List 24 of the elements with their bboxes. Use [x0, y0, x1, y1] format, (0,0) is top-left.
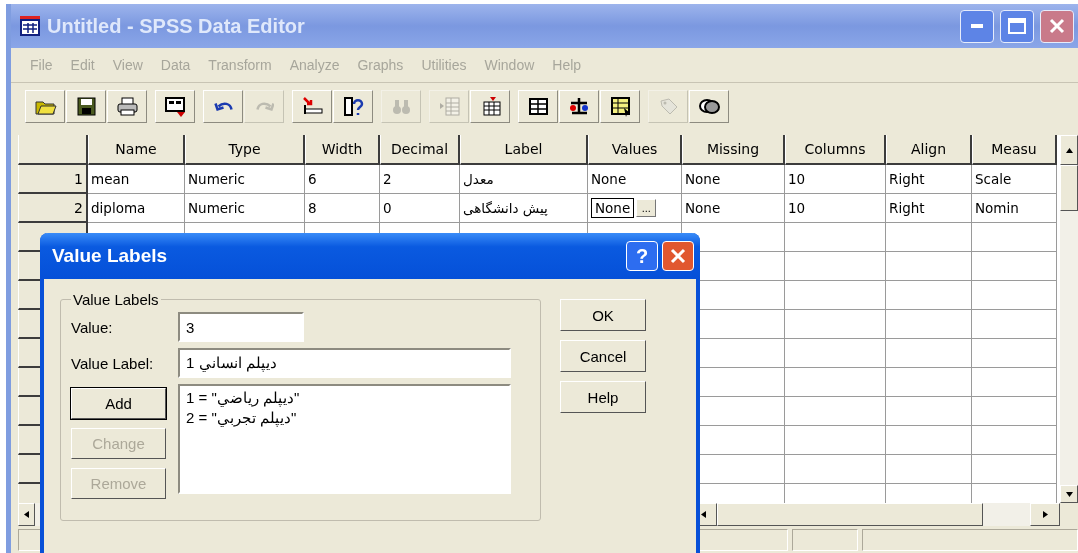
table-cell: Scale [972, 165, 1057, 194]
table-cell: معدل [460, 165, 588, 194]
table-cell: 8 [305, 194, 380, 223]
table-cell: None [588, 165, 682, 194]
dialog-title: Value Labels [52, 245, 169, 267]
field-label: Value: [71, 318, 114, 336]
table-cell: Nomin [972, 194, 1057, 223]
table-cell: Right [886, 165, 972, 194]
table-cell: 10 [785, 165, 886, 194]
table-cell: None [682, 194, 785, 223]
table-cell: 10 [785, 194, 886, 223]
table-cell: Numeric [185, 194, 305, 223]
table-cell: 6 [305, 165, 380, 194]
table-cell: mean [88, 165, 185, 194]
group-title: Value Labels [72, 291, 160, 308]
window-title: Untitled - SPSS Data Editor [47, 14, 306, 38]
table-cell: پیش دانشگاهی [460, 194, 588, 223]
table-cell: None [682, 165, 785, 194]
table-cell: Right [886, 194, 972, 223]
table-cell: 2 [380, 165, 460, 194]
field-label: Value Label: [71, 354, 155, 372]
table-cell: Numeric [185, 165, 305, 194]
table-cell: 0 [380, 194, 460, 223]
table-cell: diploma [88, 194, 185, 223]
